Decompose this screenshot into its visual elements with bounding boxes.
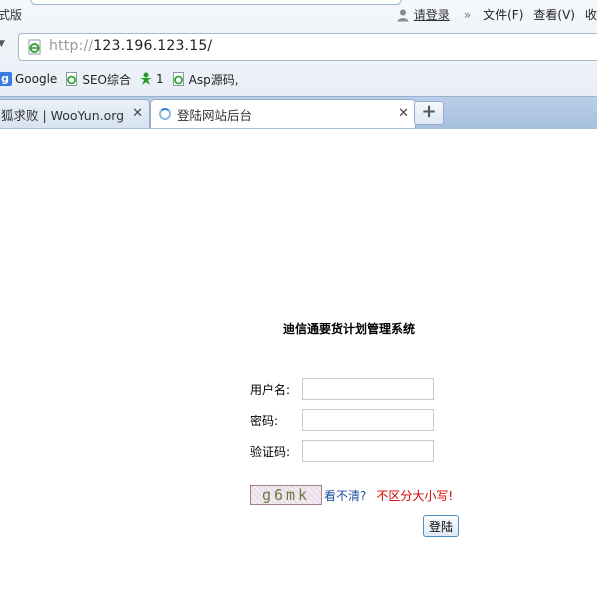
menu-favorites[interactable]: 收 (585, 6, 597, 23)
green-figure-icon (139, 72, 153, 86)
loading-spinner-icon (159, 108, 171, 120)
favorite-seo[interactable]: SEO综合 (65, 71, 131, 88)
password-input[interactable] (302, 409, 434, 431)
menu-view[interactable]: 查看(V) (533, 6, 575, 23)
tab-login[interactable]: 登陆网站后台 ✕ (150, 99, 416, 128)
chevron-down-icon[interactable]: ▼ (0, 39, 5, 49)
url-text[interactable]: http://123.196.123.15/ (49, 38, 212, 54)
browser-chrome: 式版 请登录 » 文件(F) 查看(V) 收 ▼ http://123.196.… (0, 0, 597, 129)
user-icon (396, 8, 410, 22)
captcha-input[interactable] (302, 440, 434, 462)
captcha-code-row: 验证码: (250, 440, 434, 462)
username-label: 用户名: (250, 382, 291, 397)
favorite-label: Google (15, 72, 58, 86)
captcha-image[interactable]: g6mk (250, 485, 322, 505)
ie-page-icon (65, 72, 79, 86)
top-right-menu: 请登录 » 文件(F) 查看(V) 收 (396, 6, 597, 23)
captcha-label: 验证码: (250, 444, 291, 459)
ie-page-icon (172, 72, 186, 86)
tab-strip: 狐求败 | WooYun.org ✕ 登陆网站后台 ✕ + (0, 96, 597, 129)
search-box-edge[interactable] (30, 0, 402, 5)
address-bar[interactable]: http://123.196.123.15/ (18, 33, 597, 61)
login-button[interactable]: 登陆 (423, 515, 459, 537)
favorite-asp[interactable]: Asp源码, (172, 71, 239, 88)
close-icon[interactable]: ✕ (132, 106, 143, 121)
favorites-bar: g Google SEO综合 1 Asp源码, (0, 65, 597, 93)
menu-file[interactable]: 文件(F) (483, 6, 523, 23)
password-label: 密码: (250, 413, 279, 428)
captcha-row: g6mk 看不清? 不区分大小写! (250, 485, 453, 505)
favorite-google[interactable]: g Google (0, 72, 57, 86)
mode-label: 式版 (0, 8, 23, 22)
tab-label: 登陆网站后台 (177, 107, 253, 123)
new-tab-button[interactable]: + (414, 101, 444, 125)
favorite-label: Asp源码, (188, 72, 239, 87)
ie-page-icon (27, 39, 43, 55)
username-input[interactable] (302, 378, 434, 400)
address-row: ▼ http://123.196.123.15/ (0, 31, 597, 63)
google-icon: g (0, 72, 12, 86)
favorite-1[interactable]: 1 (139, 72, 164, 86)
refresh-captcha-link[interactable]: 看不清? (324, 487, 366, 504)
menu-bar: 式版 请登录 » 文件(F) 查看(V) 收 (0, 0, 597, 30)
close-icon[interactable]: ✕ (398, 106, 409, 121)
login-link[interactable]: 请登录 (414, 6, 450, 23)
username-row: 用户名: (250, 378, 434, 400)
case-insensitive-note: 不区分大小写! (376, 488, 454, 503)
favorite-label: 1 (155, 72, 164, 86)
tab-wooyun[interactable]: 狐求败 | WooYun.org ✕ (0, 99, 150, 128)
password-row: 密码: (250, 409, 434, 431)
tab-label: 狐求败 | WooYun.org (1, 107, 125, 123)
page-title: 迪信通要货计划管理系统 (283, 322, 416, 336)
favorite-label: SEO综合 (82, 72, 131, 87)
chevron-right-icon[interactable]: » (464, 8, 471, 22)
